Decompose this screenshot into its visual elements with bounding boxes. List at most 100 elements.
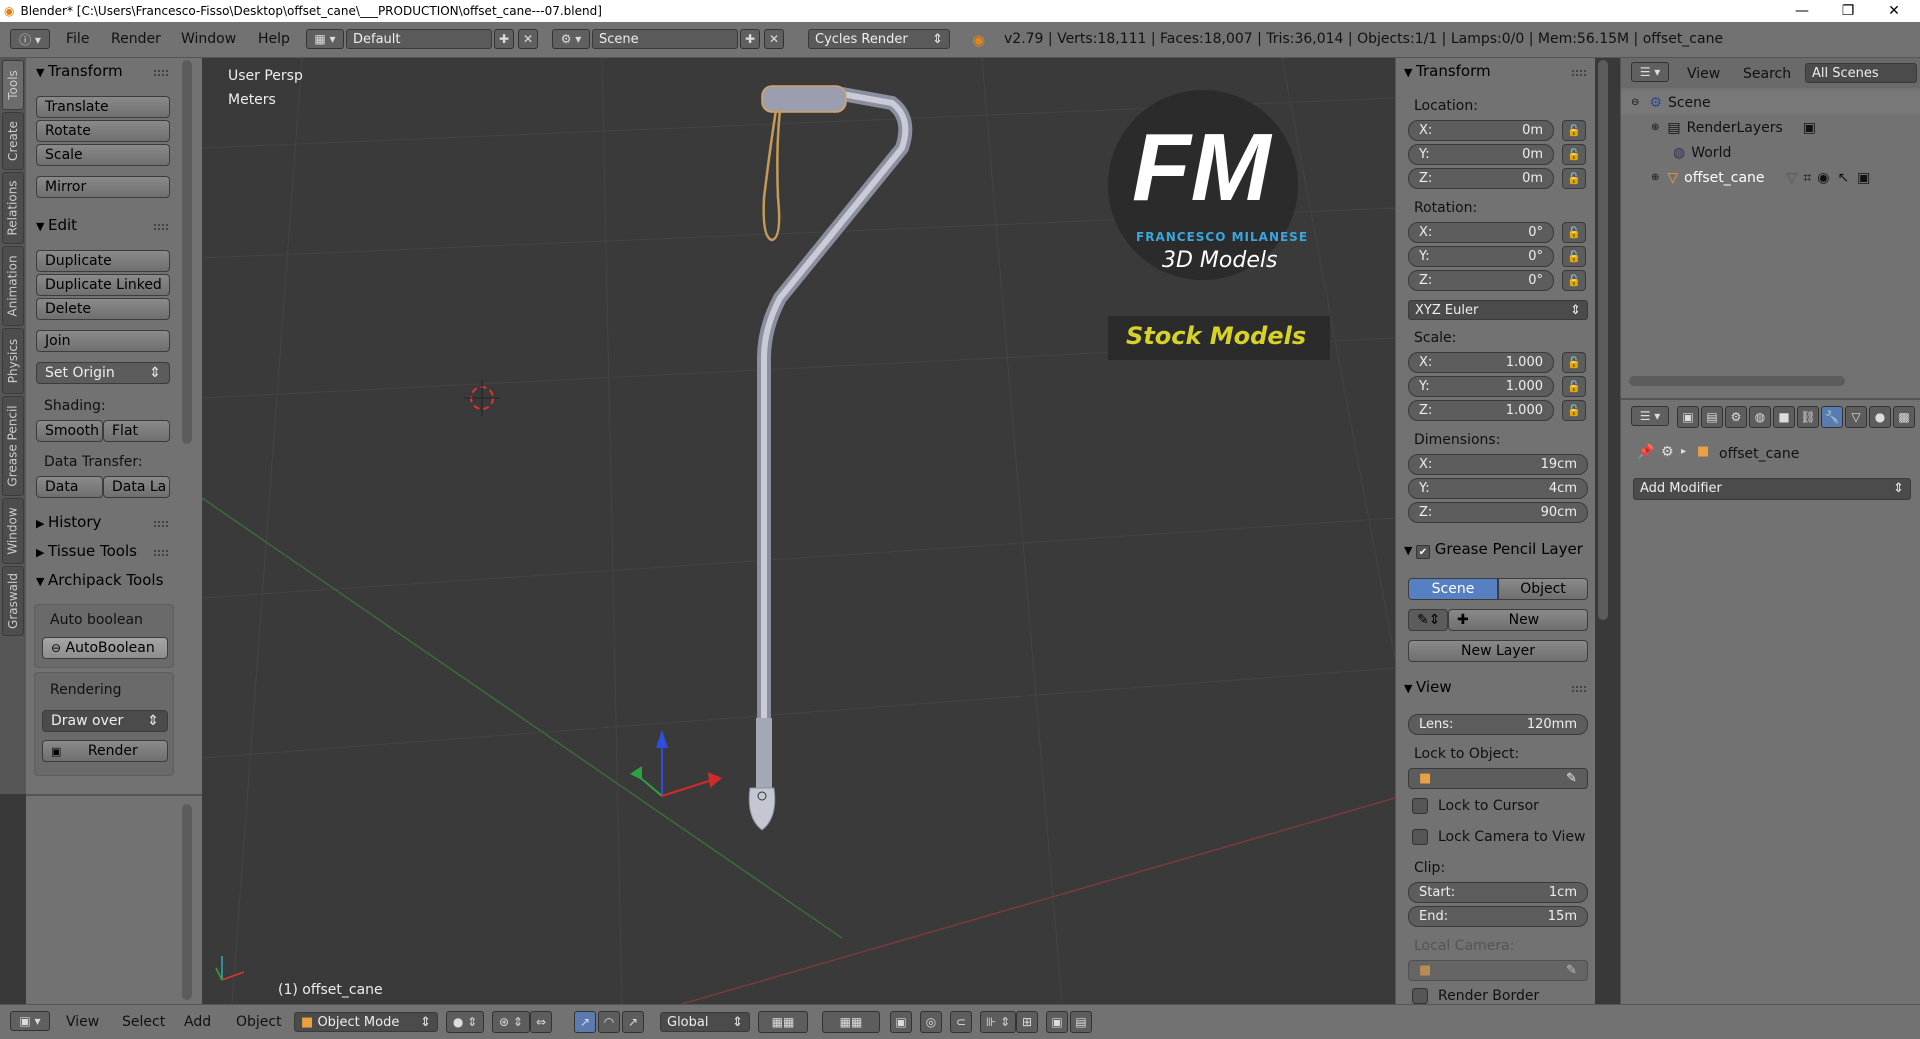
outliner-row-world[interactable]: ◍ World	[1621, 140, 1920, 165]
tab-physics[interactable]: Physics	[2, 328, 24, 394]
tab-create[interactable]: Create	[2, 112, 24, 170]
translate-manipulator-icon[interactable]: ↗	[574, 1011, 596, 1033]
outliner-row-scene[interactable]: ⊖ ⚙ Scene	[1621, 90, 1920, 115]
pivot-point-icon[interactable]: ⊛ ⇕	[492, 1011, 530, 1033]
lock-rotation-y-icon[interactable]: 🔓	[1562, 246, 1586, 267]
rotation-z-field[interactable]: Z: 0°	[1408, 270, 1554, 291]
panel-grip-icon[interactable]	[1572, 686, 1586, 692]
lock-location-z-icon[interactable]: 🔓	[1562, 168, 1586, 189]
constraints-tab-icon[interactable]: ⛓	[1797, 406, 1819, 428]
scale-manipulator-icon[interactable]: ↗	[622, 1011, 644, 1033]
edit-panel-header[interactable]: ▼ Edit	[36, 216, 77, 234]
location-z-field[interactable]: Z: 0m	[1408, 168, 1554, 189]
lock-rotation-x-icon[interactable]: 🔓	[1562, 222, 1586, 243]
tool-properties-scrollbar[interactable]	[182, 804, 192, 1000]
remove-scene-icon[interactable]: ✕	[764, 29, 784, 49]
renderability-camera-icon[interactable]: ▣	[1857, 170, 1870, 186]
data-layout-button[interactable]: Data La	[103, 476, 170, 498]
expand-icon[interactable]: ⊕	[1651, 172, 1659, 183]
mirror-button[interactable]: Mirror	[36, 176, 170, 198]
dimension-z-field[interactable]: Z: 90cm	[1408, 502, 1588, 523]
tab-relations[interactable]: Relations	[2, 172, 24, 244]
grease-pencil-layer-header[interactable]: ▼ ✔ Grease Pencil Layer	[1404, 540, 1592, 559]
transform-panel-header[interactable]: ▼ Transform	[36, 62, 123, 80]
archipack-panel-header[interactable]: ▼ Archipack Tools	[36, 571, 174, 589]
panel-grip-icon[interactable]	[1572, 70, 1586, 76]
3d-viewport[interactable]: User Persp Meters (1) offset_cane FM FRA…	[202, 58, 1395, 1004]
eyedropper-icon[interactable]: ✎	[1566, 771, 1577, 786]
render-engine-dropdown[interactable]: Cycles Render ⇕	[808, 29, 950, 49]
rotate-button[interactable]: Rotate	[36, 120, 170, 142]
selectability-cursor-icon[interactable]: ↖	[1837, 170, 1849, 186]
scene-layers-2-icon[interactable]: ▦▦	[822, 1011, 880, 1033]
dimension-x-field[interactable]: X: 19cm	[1408, 454, 1588, 475]
duplicate-button[interactable]: Duplicate	[36, 250, 170, 272]
n-transform-header[interactable]: ▼ Transform	[1404, 62, 1491, 80]
tab-grease-pencil[interactable]: Grease Pencil	[2, 396, 24, 496]
outliner-view-menu[interactable]: View	[1687, 66, 1720, 82]
tab-animation[interactable]: Animation	[2, 246, 24, 326]
render-border-checkbox[interactable]	[1412, 988, 1428, 1004]
delete-button[interactable]: Delete	[36, 298, 170, 320]
render-tab-icon[interactable]: ▣	[1677, 406, 1699, 428]
lock-location-x-icon[interactable]: 🔓	[1562, 120, 1586, 141]
outliner-display-mode-dropdown[interactable]: All Scenes	[1805, 63, 1917, 83]
location-y-field[interactable]: Y: 0m	[1408, 144, 1554, 165]
local-view-icon[interactable]: ▣	[890, 1011, 912, 1033]
outliner-search-menu[interactable]: Search	[1743, 66, 1791, 82]
autoboolean-button[interactable]: ⊖ AutoBoolean	[42, 637, 168, 659]
rotation-x-field[interactable]: X: 0°	[1408, 222, 1554, 243]
join-button[interactable]: Join	[36, 330, 170, 352]
scale-button[interactable]: Scale	[36, 144, 170, 166]
lock-scale-x-icon[interactable]: 🔓	[1562, 352, 1586, 373]
minimize-button[interactable]: —	[1780, 0, 1824, 22]
editor-type-3d-view-icon[interactable]: ▣ ▾	[10, 1011, 50, 1031]
add-scene-icon[interactable]: ✚	[740, 29, 760, 49]
menu-select[interactable]: Select	[122, 1014, 165, 1030]
dimension-y-field[interactable]: Y: 4cm	[1408, 478, 1588, 499]
tab-tools[interactable]: Tools	[2, 60, 24, 110]
scene-icon[interactable]: ⚙ ▾	[552, 29, 590, 49]
scale-z-field[interactable]: Z: 1.000	[1408, 400, 1554, 421]
pin-icon[interactable]: 📌	[1637, 444, 1654, 460]
eyedropper-icon[interactable]: ✎	[1566, 963, 1577, 978]
shade-flat-button[interactable]: Flat	[103, 420, 170, 442]
lock-to-cursor-checkbox[interactable]	[1412, 798, 1428, 814]
rotate-manipulator-icon[interactable]: ◠	[598, 1011, 620, 1033]
scene-layers-icon[interactable]: ▦▦	[758, 1011, 808, 1033]
add-modifier-dropdown[interactable]: Add Modifier ⇕	[1633, 478, 1911, 500]
scene-dropdown[interactable]: Scene	[592, 29, 738, 49]
rotation-mode-dropdown[interactable]: XYZ Euler ⇕	[1408, 300, 1588, 320]
visibility-eye-icon[interactable]: ◉	[1817, 170, 1829, 186]
world-tab-icon[interactable]: ◍	[1749, 406, 1771, 428]
panel-grip-icon[interactable]	[154, 70, 168, 76]
opengl-render-animation-icon[interactable]: ▤	[1070, 1011, 1092, 1033]
render-layers-tab-icon[interactable]: ▤	[1701, 406, 1723, 428]
snap-target-icon[interactable]: ⊞	[1016, 1011, 1038, 1033]
set-origin-dropdown[interactable]: Set Origin ⇕	[36, 362, 170, 384]
toolshelf-scrollbar[interactable]	[182, 60, 192, 444]
panel-grip-icon[interactable]	[154, 224, 168, 230]
menu-add[interactable]: Add	[184, 1014, 211, 1030]
lock-scale-y-icon[interactable]: 🔓	[1562, 376, 1586, 397]
n-view-header[interactable]: ▼ View	[1404, 678, 1452, 696]
proportional-edit-icon[interactable]: ◎	[920, 1011, 942, 1033]
snap-toggle-icon[interactable]: ⊂	[950, 1011, 972, 1033]
history-panel-header[interactable]: ▶ History	[36, 513, 101, 531]
menu-render[interactable]: Render	[111, 31, 161, 47]
manipulator-toggle-icon[interactable]: ⇔	[530, 1011, 552, 1033]
new-grease-pencil-button[interactable]: ✚ New	[1448, 609, 1588, 631]
tissue-tools-panel-header[interactable]: ▶ Tissue Tools	[36, 542, 137, 560]
data-transfer-button[interactable]: Data	[36, 476, 103, 498]
material-tab-icon[interactable]: ●	[1869, 406, 1891, 428]
grease-pencil-object-tab[interactable]: Object	[1498, 578, 1588, 600]
screen-layout-dropdown[interactable]: Default	[346, 29, 492, 49]
duplicate-linked-button[interactable]: Duplicate Linked	[36, 274, 170, 296]
lock-rotation-z-icon[interactable]: 🔓	[1562, 270, 1586, 291]
data-tab-icon[interactable]: ▽	[1845, 406, 1867, 428]
grease-pencil-icon[interactable]: ✎⇕	[1408, 609, 1448, 631]
lens-field[interactable]: Lens: 120mm	[1408, 714, 1588, 735]
menu-object[interactable]: Object	[236, 1014, 282, 1030]
snap-element-icon[interactable]: ⊪ ⇕	[980, 1011, 1016, 1033]
scale-y-field[interactable]: Y: 1.000	[1408, 376, 1554, 397]
